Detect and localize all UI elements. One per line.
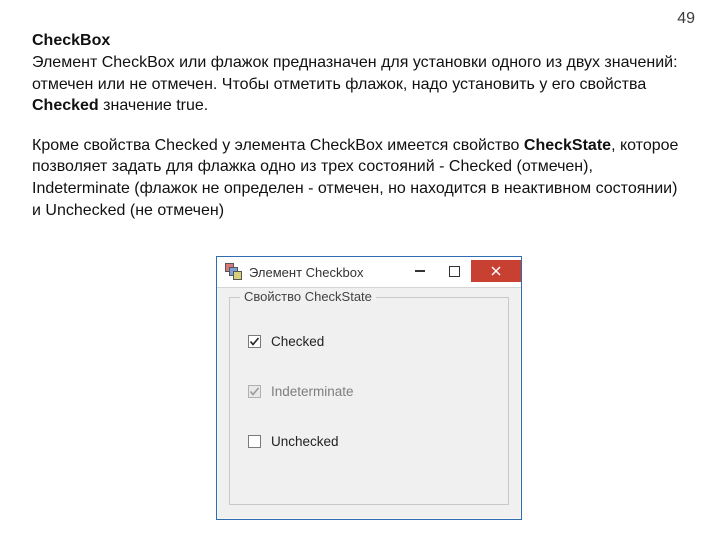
window-client-area: Свойство CheckState Checked Indeterminat… [217,287,521,519]
heading-checkbox: CheckBox [32,32,688,50]
app-icon [225,263,243,281]
minimize-button[interactable] [403,260,437,282]
paragraph-1-text-a: Элемент CheckBox или флажок предназначен… [32,54,678,93]
checkmark-icon [249,336,260,347]
paragraph-2-bold: CheckState [524,137,611,154]
paragraph-1-bold: Checked [32,97,99,114]
checkbox-checked[interactable] [248,335,261,348]
page-number: 49 [677,10,695,28]
example-window: Элемент Checkbox Свойство CheckState [216,256,522,520]
paragraph-2: Кроме свойства Checked у элемента CheckB… [32,135,688,221]
maximize-button[interactable] [437,260,471,282]
paragraph-2-text-a: Кроме свойства Checked у элемента CheckB… [32,137,524,154]
checkbox-unchecked[interactable] [248,435,261,448]
window-title: Элемент Checkbox [249,265,363,280]
minimize-icon [415,270,425,272]
close-icon [491,266,501,276]
close-button[interactable] [471,260,521,282]
groupbox-checkstate: Свойство CheckState Checked Indeterminat… [229,297,509,505]
checkbox-indeterminate[interactable] [248,385,261,398]
groupbox-title: Свойство CheckState [240,289,376,304]
document-body: CheckBox Элемент CheckBox или флажок пре… [32,32,688,239]
checkbox-row-indeterminate[interactable]: Indeterminate [248,384,354,399]
paragraph-1-text-b: значение true. [99,97,209,114]
paragraph-1: Элемент CheckBox или флажок предназначен… [32,52,688,117]
checkmark-icon [249,386,260,397]
maximize-icon [449,266,460,277]
checkbox-label-indeterminate: Indeterminate [271,384,354,399]
checkbox-label-unchecked: Unchecked [271,434,339,449]
checkbox-label-checked: Checked [271,334,324,349]
titlebar[interactable]: Элемент Checkbox [217,257,521,288]
checkbox-row-unchecked[interactable]: Unchecked [248,434,339,449]
checkbox-row-checked[interactable]: Checked [248,334,324,349]
